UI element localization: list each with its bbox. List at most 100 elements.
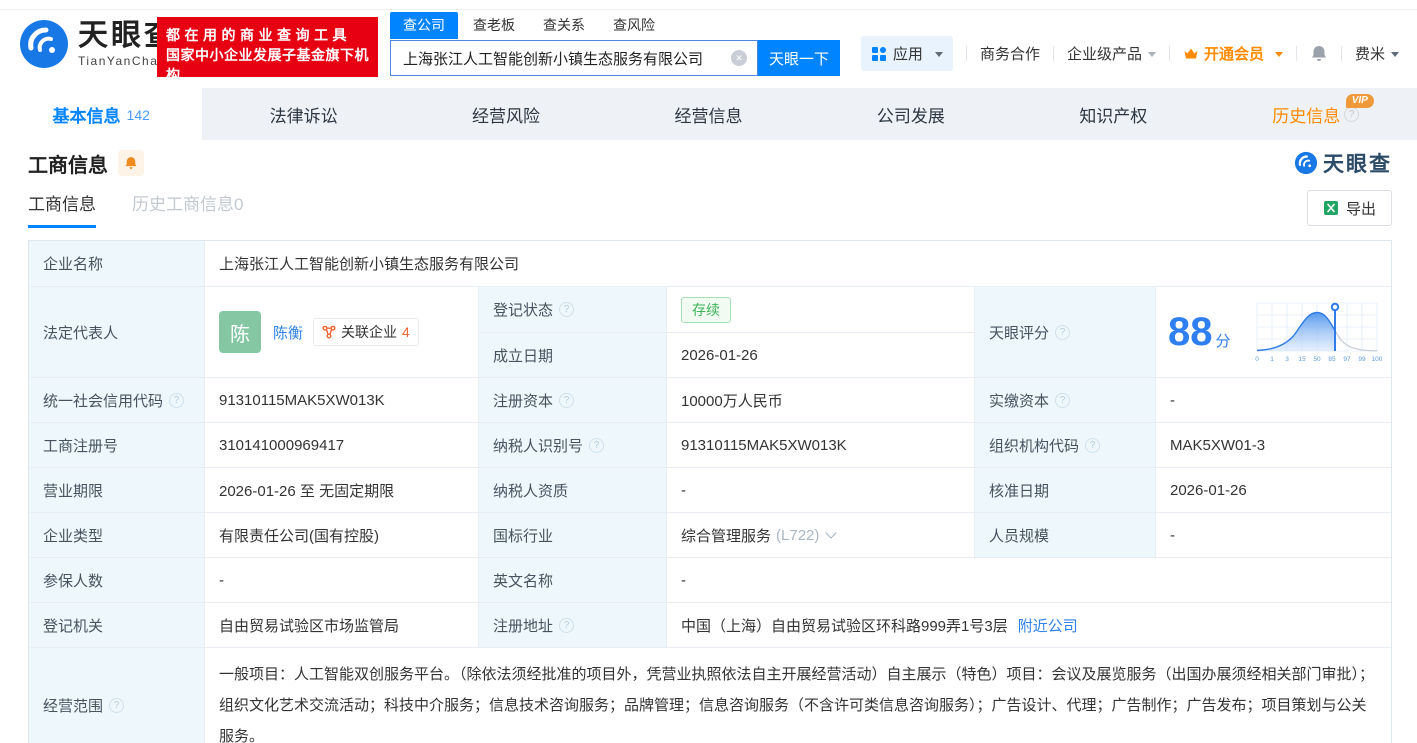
score-distribution-chart: 0 1 3 15 50 85 97 99 100 <box>1255 302 1383 363</box>
score-cell: 88 分 0 1 3 15 50 85 97 99 100 <box>1156 287 1391 377</box>
tab-company-development[interactable]: 公司发展 <box>810 88 1012 140</box>
help-icon[interactable] <box>559 302 575 317</box>
business-scope-value: 一般项目：人工智能双创服务平台。（除依法须经批准的项目外，凭营业执照依法自主开展… <box>205 648 1391 743</box>
help-icon[interactable] <box>1055 392 1071 408</box>
chevron-down-icon <box>1147 51 1156 61</box>
svg-text:1: 1 <box>1270 356 1274 363</box>
insured-value: - <box>205 558 479 602</box>
established-label: 成立日期 <box>479 332 667 377</box>
score-marker-pin <box>1330 302 1340 312</box>
notification-bell-icon[interactable] <box>1310 45 1328 62</box>
promo-line-1: 都在用的商业查询工具 <box>166 27 351 43</box>
tab-intellectual-property[interactable]: 知识产权 <box>1012 88 1214 140</box>
search-input[interactable] <box>391 49 731 67</box>
open-vip-link[interactable]: 开通会员 <box>1183 43 1283 64</box>
help-icon[interactable] <box>109 698 125 713</box>
paid-capital-label: 实缴资本 <box>975 378 1156 422</box>
score-axis-ticks: 0 1 3 15 50 85 97 99 100 <box>1255 356 1383 363</box>
grid-apps-icon <box>871 46 886 61</box>
help-icon[interactable] <box>1344 106 1360 122</box>
divider <box>1052 46 1054 61</box>
svg-text:100: 100 <box>1372 356 1383 363</box>
vip-badge: VIP <box>1345 94 1374 108</box>
content: 工商信息 天眼查 工商信息 历史工商信息0 导出 企业名称 上海张江人工智能创新… <box>0 140 1417 743</box>
nearby-companies-link[interactable]: 附近公司 <box>1018 615 1078 636</box>
chevron-down-icon <box>1274 51 1283 61</box>
address-value: 中国（上海）自由贸易试验区环科路999弄1号3层 <box>681 617 1008 635</box>
industry-label: 国标行业 <box>479 513 667 557</box>
company-detail-tabs: 基本信息 142 法律诉讼 经营风险 经营信息 公司发展 知识产权 历史信息 V… <box>0 88 1417 140</box>
svg-text:15: 15 <box>1298 356 1306 363</box>
enterprise-products-label: 企业级产品 <box>1066 46 1142 63</box>
reg-capital-value: 10000万人民币 <box>667 378 975 422</box>
company-name-label: 企业名称 <box>29 241 205 286</box>
tab-operating-info[interactable]: 经营信息 <box>607 88 809 140</box>
tab-history-info[interactable]: 历史信息 VIP <box>1215 88 1417 140</box>
company-type-label: 企业类型 <box>29 513 205 557</box>
paid-capital-value: - <box>1156 378 1391 422</box>
related-companies-badge[interactable]: 关联企业 4 <box>313 318 419 346</box>
search-tab-boss[interactable]: 查老板 <box>473 15 515 39</box>
score-unit: 分 <box>1215 332 1231 350</box>
table-row: 企业类型 有限责任公司(国有控股) 国标行业 综合管理服务 (L722) 人员规… <box>29 512 1391 557</box>
legal-rep-cell: 陈 陈衡 关联企业 4 <box>205 287 479 377</box>
company-type-value: 有限责任公司(国有控股) <box>205 513 479 557</box>
subtab-business-info[interactable]: 工商信息 <box>28 190 96 228</box>
search-tab-relation[interactable]: 查关系 <box>543 15 585 39</box>
watermark-logo-icon <box>1294 151 1318 175</box>
tab-legal-proceedings[interactable]: 法律诉讼 <box>202 88 404 140</box>
search-tab-company[interactable]: 查公司 <box>390 12 458 39</box>
chevron-down-icon <box>934 51 943 61</box>
reg-capital-label: 注册资本 <box>479 378 667 422</box>
divider <box>1295 46 1297 61</box>
avatar[interactable]: 陈 <box>219 311 261 353</box>
help-icon[interactable] <box>169 392 185 408</box>
credit-code-value: 91310115MAK5XW013K <box>205 378 479 422</box>
promo-line-2: 国家中小企业发展子基金旗下机构 <box>166 47 369 83</box>
search-area: 查公司 查老板 查关系 查风险 天眼一下 <box>390 12 840 76</box>
help-icon[interactable] <box>1055 324 1071 340</box>
apps-label: 应用 <box>892 46 923 63</box>
clear-icon[interactable] <box>731 50 747 66</box>
help-icon[interactable] <box>559 392 575 408</box>
site-header: 天眼查 TianYanCha.com 都在用的商业查询工具 国家中小企业发展子基… <box>0 10 1417 88</box>
reg-status-label: 登记状态 <box>479 287 667 332</box>
related-companies-count: 4 <box>402 324 410 340</box>
search-button[interactable]: 天眼一下 <box>758 40 840 76</box>
search-box <box>390 40 758 76</box>
subscribe-bell-icon[interactable] <box>118 150 144 176</box>
help-icon[interactable] <box>559 617 575 633</box>
status-badge: 存续 <box>681 296 731 323</box>
subtab-history-business-info[interactable]: 历史工商信息0 <box>132 190 243 228</box>
legal-rep-link[interactable]: 陈衡 <box>273 322 303 343</box>
network-icon <box>322 325 336 339</box>
open-vip-label: 开通会员 <box>1203 46 1264 63</box>
tab-basic-info-label: 基本信息 <box>52 106 121 126</box>
reg-authority-label: 登记机关 <box>29 603 205 647</box>
help-icon[interactable] <box>1085 437 1101 453</box>
approval-date-label: 核准日期 <box>975 468 1156 512</box>
taxpayer-quality-value: - <box>667 468 975 512</box>
tab-operating-risk[interactable]: 经营风险 <box>405 88 607 140</box>
tianyancha-logo-icon <box>20 20 68 68</box>
user-menu[interactable]: 费米 <box>1355 43 1399 64</box>
insured-label: 参保人数 <box>29 558 205 602</box>
business-cooperation-link[interactable]: 商务合作 <box>980 43 1040 64</box>
chevron-down-icon <box>1391 51 1399 61</box>
table-row: 经营范围 一般项目：人工智能双创服务平台。（除依法须经批准的项目外，凭营业执照依… <box>29 647 1391 743</box>
export-button[interactable]: 导出 <box>1306 190 1392 226</box>
business-scope-label: 经营范围 <box>29 648 205 743</box>
table-row: 营业期限 2026-01-26 至 无固定期限 纳税人资质 - 核准日期 202… <box>29 467 1391 512</box>
english-name-value: - <box>667 558 1391 602</box>
help-icon[interactable] <box>589 437 605 453</box>
table-row: 统一社会信用代码 91310115MAK5XW013K 注册资本 10000万人… <box>29 377 1391 422</box>
apps-menu[interactable]: 应用 <box>860 36 953 71</box>
established-value: 2026-01-26 <box>667 332 975 377</box>
search-tab-risk[interactable]: 查风险 <box>613 15 655 39</box>
tab-basic-info[interactable]: 基本信息 142 <box>0 88 203 140</box>
enterprise-products-link[interactable]: 企业级产品 <box>1067 43 1156 64</box>
watermark-logo: 天眼查 <box>1294 148 1392 178</box>
expand-chevron-icon[interactable] <box>825 527 838 539</box>
svg-text:3: 3 <box>1285 356 1289 363</box>
reg-number-value: 310141000969417 <box>205 423 479 467</box>
